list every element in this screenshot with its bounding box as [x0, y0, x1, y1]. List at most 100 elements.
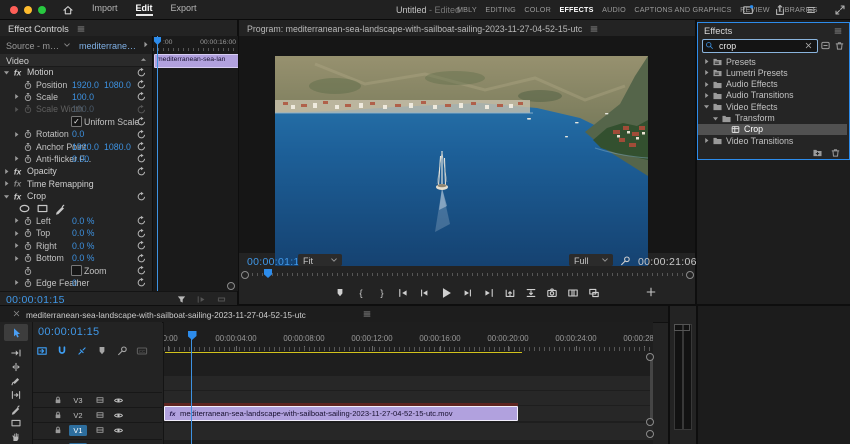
scrubber-track[interactable] — [247, 273, 687, 276]
track-target-v1[interactable]: V1 — [69, 425, 87, 436]
workspace-tab-captions-and-graphics[interactable]: CAPTIONS AND GRAPHICS — [634, 5, 731, 14]
reset-parameter-icon[interactable] — [136, 228, 147, 239]
mini-playhead-marker[interactable] — [154, 37, 161, 45]
home-icon[interactable] — [62, 4, 74, 16]
effect-controls-mini-timeline[interactable]: :00 00:00:16:00 mediterranean-sea-lan — [152, 36, 238, 291]
monitor-settings-wrench-icon[interactable] — [619, 255, 631, 267]
sequence-tab[interactable]: mediterranean-sea-landscape-with-sailboa… — [26, 310, 306, 320]
twirl-right-icon[interactable] — [702, 80, 711, 89]
mode-nav-import[interactable]: Import — [92, 3, 118, 16]
workspace-tab-effects[interactable]: EFFECTS — [559, 5, 593, 14]
scrubber-right-handle[interactable] — [686, 270, 694, 279]
reset-parameter-icon[interactable] — [136, 265, 147, 276]
share-icon[interactable] — [774, 4, 786, 16]
property-value[interactable]: 0 — [72, 278, 77, 288]
twirl-down-icon[interactable] — [711, 114, 720, 123]
export-frame-icon[interactable] — [546, 287, 558, 299]
twirl-down-icon[interactable] — [2, 192, 11, 201]
timeline-clip-v1[interactable]: fx mediterranean-sea-landscape-with-sail… — [164, 406, 518, 421]
effect-name[interactable]: Time Remapping — [27, 179, 94, 189]
effect-name[interactable]: Motion — [27, 67, 53, 77]
lock-icon[interactable] — [53, 410, 63, 420]
fullscreen-icon[interactable] — [834, 4, 846, 16]
reset-parameter-icon[interactable] — [136, 129, 147, 140]
delete-custom-item-icon[interactable] — [830, 147, 841, 158]
track-target-v2[interactable]: V2 — [69, 410, 87, 421]
twirl-down-icon[interactable] — [702, 102, 711, 111]
twirl-right-icon[interactable] — [12, 278, 21, 287]
stopwatch-icon[interactable] — [23, 216, 33, 226]
scrollbar-bottom-handle[interactable] — [646, 418, 654, 426]
effects-tree-item-audio-effects[interactable]: Audio Effects — [698, 79, 847, 90]
clear-search-icon[interactable] — [804, 41, 813, 50]
video-section-header[interactable]: Video — [6, 56, 29, 66]
sync-lock-icon[interactable] — [95, 395, 105, 405]
effects-tree-item-crop[interactable]: Crop — [698, 123, 847, 135]
effect-name[interactable]: Crop — [27, 191, 46, 201]
track-height-handle[interactable] — [646, 430, 654, 438]
twirl-right-icon[interactable] — [12, 241, 21, 250]
mini-playhead-line[interactable] — [157, 36, 158, 291]
rect-mask-icon[interactable] — [36, 202, 49, 215]
effects-search-input[interactable] — [717, 40, 803, 52]
accelerated-effects-filter-icon[interactable] — [820, 40, 831, 51]
mini-timeline-clip[interactable]: mediterranean-sea-lan — [154, 54, 238, 68]
twirl-right-icon[interactable] — [12, 105, 21, 114]
program-playhead-marker[interactable] — [264, 269, 272, 278]
track-target-v3[interactable]: V3 — [69, 395, 87, 406]
reset-parameter-icon[interactable] — [136, 240, 147, 251]
timeline-body[interactable]: 00:00 00:00:04:00 00:00:08:00 00:00:12:00 00… — [163, 322, 653, 444]
mode-nav-edit[interactable]: Edit — [135, 3, 153, 16]
goto-out-icon[interactable] — [483, 287, 495, 299]
source-monitor-tab[interactable]: Source - mediterran... — [6, 41, 64, 51]
stopwatch-icon[interactable] — [23, 228, 33, 238]
twirl-down-icon[interactable] — [2, 68, 11, 77]
playback-resolution-select[interactable]: Full — [569, 254, 613, 266]
new-custom-bin-icon[interactable] — [812, 147, 823, 158]
zoom-level-select[interactable]: Fit — [298, 254, 342, 266]
lock-icon[interactable] — [53, 425, 63, 435]
panel-menu-icon[interactable] — [589, 24, 599, 34]
reset-parameter-icon[interactable] — [136, 191, 147, 202]
effects-tree-item-transform[interactable]: Transform — [698, 113, 847, 124]
stopwatch-icon[interactable] — [23, 142, 33, 152]
property-value[interactable]: 0.00 — [72, 154, 89, 164]
reset-parameter-icon[interactable] — [136, 141, 147, 152]
property-value[interactable]: 0.0 — [72, 129, 84, 139]
toggle-track-output-eye-icon[interactable] — [113, 425, 124, 436]
property-value[interactable]: 0.0 % — [72, 216, 95, 226]
stopwatch-icon[interactable] — [23, 104, 33, 114]
panel-menu-icon[interactable] — [362, 309, 372, 319]
deprecated-effects-bin-icon[interactable] — [834, 40, 845, 51]
reset-parameter-icon[interactable] — [136, 277, 147, 288]
property-value[interactable]: 1080.0 — [104, 80, 131, 90]
twirl-right-icon[interactable] — [2, 167, 11, 176]
play-in-out-icon[interactable] — [196, 294, 207, 305]
play-icon[interactable] — [439, 286, 453, 300]
ellipse-mask-icon[interactable] — [18, 202, 31, 215]
toggle-track-output-eye-icon[interactable] — [113, 395, 124, 406]
loop-icon[interactable] — [216, 294, 227, 305]
window-menu-icon[interactable] — [805, 4, 817, 16]
toggle-track-output-eye-icon[interactable] — [113, 410, 124, 421]
stopwatch-icon[interactable] — [23, 80, 33, 90]
reset-parameter-icon[interactable] — [136, 166, 147, 177]
add-marker-icon[interactable] — [334, 287, 346, 299]
stopwatch-icon[interactable] — [23, 266, 33, 276]
effect-name[interactable]: Opacity — [27, 166, 57, 176]
effects-tree-item-audio-transitions[interactable]: Audio Transitions — [698, 90, 847, 101]
reset-parameter-icon[interactable] — [136, 153, 147, 164]
extract-icon[interactable] — [525, 287, 537, 299]
effects-tree-item-presets[interactable]: Presets — [698, 56, 847, 67]
checkbox-uniform-scale[interactable] — [71, 116, 82, 128]
checkbox-zoom[interactable] — [71, 265, 82, 277]
filter-properties-icon[interactable] — [176, 294, 187, 305]
button-editor-plus-icon[interactable] — [645, 286, 657, 298]
hand-tool[interactable] — [4, 428, 28, 444]
panel-menu-icon[interactable] — [833, 26, 843, 36]
stopwatch-icon[interactable] — [23, 92, 33, 102]
close-sequence-icon[interactable] — [12, 309, 21, 318]
reset-parameter-icon[interactable] — [136, 253, 147, 264]
lift-icon[interactable] — [504, 287, 516, 299]
property-value[interactable]: 1920.0 — [72, 80, 99, 90]
